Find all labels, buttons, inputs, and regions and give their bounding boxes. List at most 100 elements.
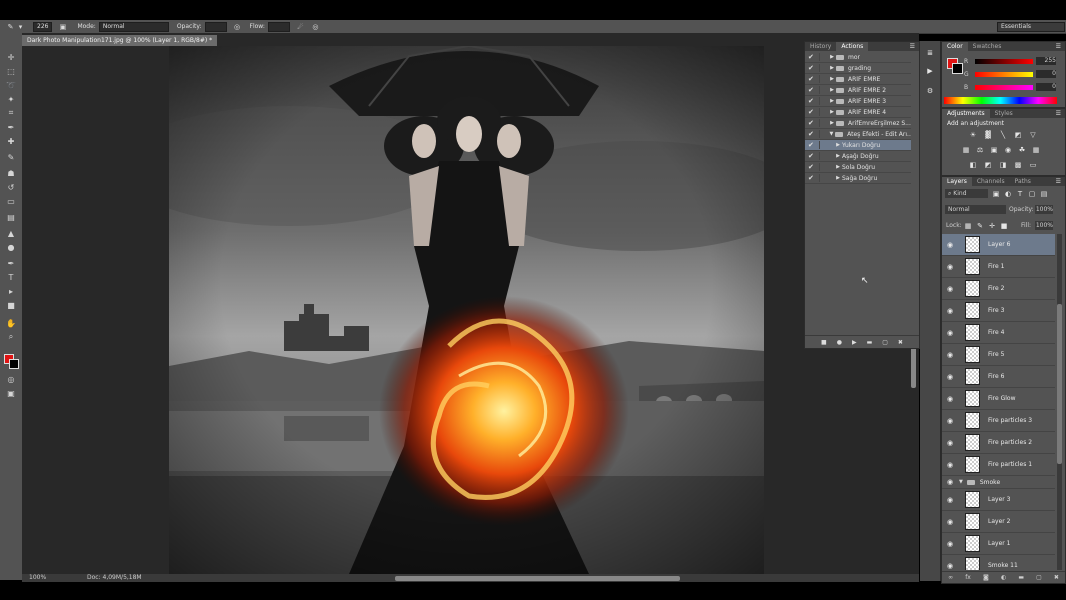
collapse-triangle-icon[interactable]: ▼	[828, 131, 836, 137]
quick-select-tool-icon[interactable]: ✦	[4, 93, 18, 105]
record-icon[interactable]: ●	[837, 339, 842, 346]
brush-tool-icon[interactable]: ✎	[4, 151, 18, 163]
expand-triangle-icon[interactable]: ▶	[828, 109, 836, 115]
layer-row[interactable]: ◉ Layer 2	[942, 511, 1055, 533]
layer-row[interactable]: ◉ Fire 6	[942, 366, 1055, 388]
hand-tool-icon[interactable]: ✋	[4, 317, 18, 329]
stop-icon[interactable]: ■	[821, 339, 827, 346]
tab-adjustments[interactable]: Adjustments	[942, 109, 990, 118]
checkmark-icon[interactable]: ✔	[808, 130, 816, 138]
checkmark-icon[interactable]: ✔	[808, 163, 816, 171]
zoom-tool-icon[interactable]: ⌕	[4, 331, 18, 343]
trash-icon[interactable]: ✖	[898, 339, 903, 346]
hue-saturation-icon[interactable]: ▦	[962, 146, 970, 154]
posterize-icon[interactable]: ◩	[984, 161, 992, 169]
action-set-row[interactable]: ✔ ▶ ARİF EMRE 3	[805, 96, 911, 107]
eyedropper-tool-icon[interactable]: ✒	[4, 121, 18, 133]
blue-slider[interactable]	[975, 85, 1033, 90]
screen-mode-icon[interactable]: ▣	[4, 387, 18, 399]
layers-scroll-thumb[interactable]	[1057, 304, 1062, 464]
expand-triangle-icon[interactable]: ▶	[828, 54, 836, 60]
layer-group-row[interactable]: ◉ ▼ Smoke	[942, 476, 1055, 489]
checkmark-icon[interactable]: ✔	[808, 108, 816, 116]
layer-row[interactable]: ◉ Fire particles 2	[942, 432, 1055, 454]
pressure-size-icon[interactable]: ◎	[311, 22, 320, 31]
action-row[interactable]: ✔ ▶ Sağa Doğru	[805, 173, 911, 184]
gradient-tool-icon[interactable]: ▤	[4, 211, 18, 223]
color-balance-icon[interactable]: ⚖	[976, 146, 984, 154]
exposure-icon[interactable]: ◩	[1014, 131, 1022, 139]
layer-style-icon[interactable]: fx	[965, 574, 971, 581]
flow-field[interactable]	[267, 21, 290, 32]
brush-tool-icon[interactable]: ✎	[6, 22, 15, 31]
brush-size-field[interactable]: 226	[33, 21, 53, 32]
panel-menu-icon[interactable]: ☰	[1056, 43, 1061, 50]
visibility-eye-icon[interactable]: ◉	[945, 478, 955, 486]
visibility-eye-icon[interactable]: ◉	[945, 329, 955, 337]
airbrush-icon[interactable]: ☄	[296, 22, 305, 31]
new-group-icon[interactable]: ▬	[1018, 574, 1024, 581]
layer-fill-field[interactable]: 100%	[1035, 221, 1053, 230]
visibility-eye-icon[interactable]: ◉	[945, 540, 955, 548]
action-set-row[interactable]: ✔ ▶ mor	[805, 52, 911, 63]
black-white-icon[interactable]: ▣	[990, 146, 998, 154]
marquee-tool-icon[interactable]: ⬚	[4, 65, 18, 77]
shape-filter-icon[interactable]: ▢	[1028, 190, 1036, 198]
checkmark-icon[interactable]: ✔	[808, 75, 816, 83]
expand-triangle-icon[interactable]: ▶	[828, 87, 836, 93]
expand-triangle-icon[interactable]: ▶	[834, 175, 842, 181]
layer-row[interactable]: ◉ Fire 1	[942, 256, 1055, 278]
panel-menu-icon[interactable]: ☰	[1056, 110, 1061, 117]
checkmark-icon[interactable]: ✔	[808, 174, 816, 182]
layer-row[interactable]: ◉ Fire Glow	[942, 388, 1055, 410]
action-set-row[interactable]: ✔ ▶ ARİF EMRE 2	[805, 85, 911, 96]
type-filter-icon[interactable]: T	[1016, 190, 1024, 198]
selective-color-icon[interactable]: ▩	[1014, 161, 1022, 169]
layer-row[interactable]: ◉ Fire 2	[942, 278, 1055, 300]
crop-tool-icon[interactable]: ⌗	[4, 107, 18, 119]
expand-triangle-icon[interactable]: ▶	[828, 65, 836, 71]
checkmark-icon[interactable]: ✔	[808, 152, 816, 160]
tab-color[interactable]: Color	[942, 42, 968, 51]
invert-icon[interactable]: ◧	[969, 161, 977, 169]
color-spectrum-ramp[interactable]	[944, 97, 1057, 104]
stamp-tool-icon[interactable]: ☗	[4, 167, 18, 179]
channel-mixer-icon[interactable]: ☘	[1018, 146, 1026, 154]
action-set-row[interactable]: ✔ ▶ ArifEmreErşilmez S...	[805, 118, 911, 129]
new-action-icon[interactable]: ▢	[882, 339, 888, 346]
photo-filter-icon[interactable]: ◉	[1004, 146, 1012, 154]
blend-mode-select[interactable]: Normal	[945, 205, 1006, 214]
history-panel-icon[interactable]: ≣	[926, 49, 934, 57]
visibility-eye-icon[interactable]: ◉	[945, 518, 955, 526]
layer-row[interactable]: ◉ Smoke 11	[942, 555, 1055, 570]
action-set-row[interactable]: ✔ ▶ grading	[805, 63, 911, 74]
pressure-opacity-icon[interactable]: ◎	[233, 22, 242, 31]
expand-triangle-icon[interactable]: ▶	[828, 120, 836, 126]
move-tool-icon[interactable]: ✛	[4, 51, 18, 63]
vibrance-icon[interactable]: ▽	[1029, 131, 1037, 139]
checkmark-icon[interactable]: ✔	[808, 97, 816, 105]
eraser-tool-icon[interactable]: ▭	[4, 195, 18, 207]
curves-icon[interactable]: ╲	[999, 131, 1007, 139]
visibility-eye-icon[interactable]: ◉	[945, 307, 955, 315]
mode-select[interactable]: Normal	[98, 21, 169, 32]
red-value-field[interactable]: 255	[1036, 57, 1056, 65]
zoom-level[interactable]: 100%	[29, 574, 46, 582]
lock-paint-icon[interactable]: ✎	[976, 222, 984, 230]
document-tab[interactable]: Dark Photo Manipulation171.jpg @ 100% (L…	[22, 35, 217, 46]
shape-tool-icon[interactable]: ■	[4, 299, 18, 311]
expand-triangle-icon[interactable]: ▶	[828, 98, 836, 104]
opacity-field[interactable]	[204, 21, 227, 32]
layer-row[interactable]: ◉ Fire 5	[942, 344, 1055, 366]
layer-row[interactable]: ◉ Fire 4	[942, 322, 1055, 344]
action-set-row[interactable]: ✔ ▼ Ateş Efekti - Edit Arı...	[805, 129, 911, 140]
add-mask-icon[interactable]: ◙	[983, 574, 989, 581]
layer-row[interactable]: ◉ Layer 3	[942, 489, 1055, 511]
play-icon[interactable]: ▶	[852, 339, 857, 346]
properties-panel-icon[interactable]: ⚙	[926, 87, 934, 95]
tab-swatches[interactable]: Swatches	[968, 42, 1007, 51]
tab-paths[interactable]: Paths	[1010, 177, 1036, 186]
checkmark-icon[interactable]: ✔	[808, 53, 816, 61]
action-set-row[interactable]: ✔ ▶ ARİF EMRE	[805, 74, 911, 85]
path-select-tool-icon[interactable]: ▸	[4, 285, 18, 297]
